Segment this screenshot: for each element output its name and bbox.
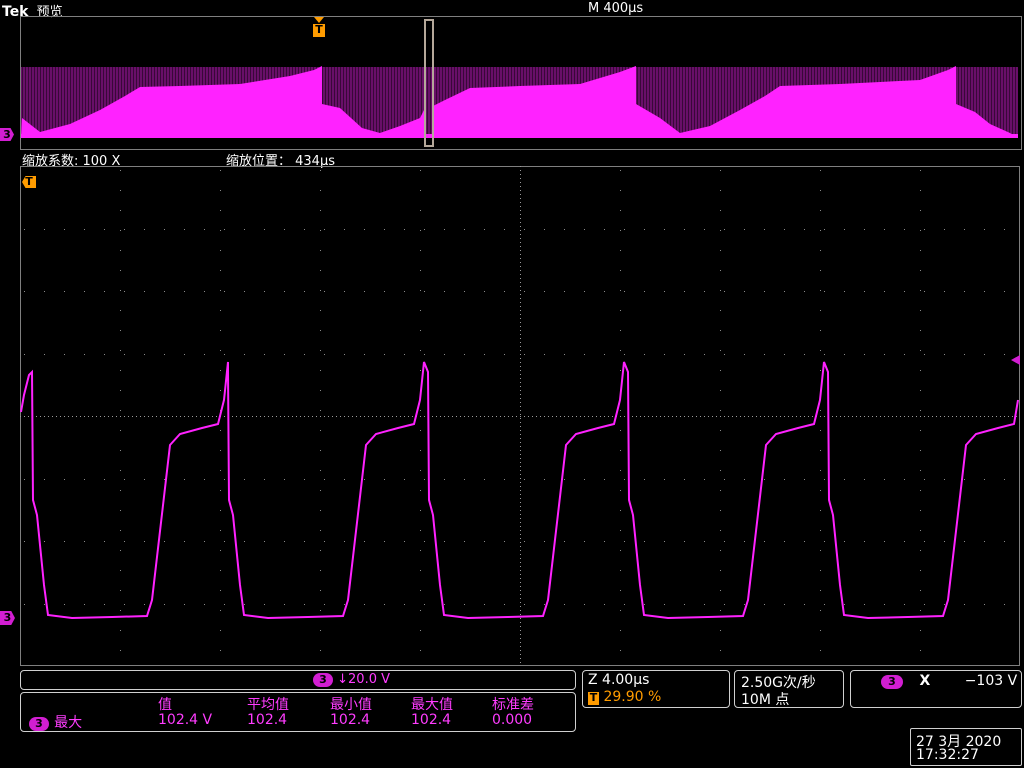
measurement-box[interactable]: 3 最大 值 平均值 最小值 最大值 标准差 102.4 V 102.4 102.4 102.… (20, 692, 576, 732)
measurement-value: 102.4 V (158, 712, 213, 728)
trigger-readout-box[interactable]: 3 X −103 V (850, 670, 1022, 708)
measurement-value: 102.4 (247, 712, 288, 728)
horizontal-readout-box[interactable]: Z 4.00µs T 29.90 % (582, 670, 730, 708)
trigger-position: 29.90 % (603, 689, 662, 705)
trigger-position-icon: T (588, 691, 599, 705)
measurement-header: 值 (158, 697, 172, 713)
channel-scale: ↓20.0 V (337, 672, 391, 687)
measurement-channel-badge: 3 (29, 717, 49, 731)
channel-badge: 3 (313, 673, 333, 687)
trigger-level: −103 V (964, 673, 1018, 689)
measurement-header: 最小值 (330, 697, 372, 713)
measurement-value: 102.4 (411, 712, 452, 728)
trigger-slope-icon: X (919, 673, 931, 689)
measurement-header: 最大值 (411, 697, 453, 713)
time: 17:32:27 (916, 747, 979, 763)
record-length: 10M 点 (741, 692, 790, 708)
datetime-box: 27 3月 2020 17:32:27 (910, 728, 1022, 766)
channel-readout-box[interactable]: 3 ↓20.0 V (20, 670, 576, 690)
main-waveform-trace (20, 361, 1019, 620)
measurement-value: 0.000 (492, 712, 533, 728)
zoom-scale: Z 4.00µs (588, 672, 650, 688)
trigger-channel-badge: 3 (881, 675, 903, 689)
measurement-name: 最大 (54, 715, 83, 731)
main-waveform-area (20, 166, 1019, 663)
measurement-header: 平均值 (247, 697, 289, 713)
acquisition-readout-box[interactable]: 2.50G次/秒 10M 点 (734, 670, 844, 708)
measurement-header: 标准差 (492, 697, 534, 713)
measurement-value: 102.4 (330, 712, 371, 728)
